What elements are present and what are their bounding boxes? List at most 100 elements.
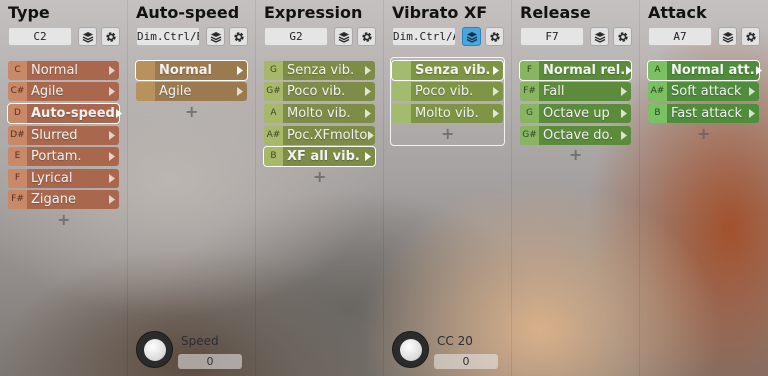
column-auto-speed: Auto-speed Dim.Ctrl/B Normal Agile + Spe… <box>128 0 255 376</box>
chevron-right-icon <box>108 174 116 183</box>
key-badge <box>136 82 155 101</box>
add-item-button[interactable]: + <box>441 126 454 142</box>
item-label: Poc.XFmolto <box>287 128 368 143</box>
keyswitch-note-field[interactable]: F7 <box>520 27 584 46</box>
item-label: Octave up <box>543 106 610 121</box>
item-label: Normal <box>31 63 79 78</box>
layers-button[interactable] <box>206 27 225 46</box>
item-label: Molto vib. <box>287 106 351 121</box>
item-label: Slurred <box>31 128 78 143</box>
layers-button[interactable] <box>334 27 353 46</box>
chevron-right-icon <box>620 131 628 140</box>
list-item[interactable]: D# Slurred <box>8 126 119 145</box>
key-badge: B <box>264 147 283 166</box>
key-badge: E <box>8 147 27 166</box>
item-label: Auto-speed <box>31 106 115 121</box>
add-item-button[interactable]: + <box>569 147 582 163</box>
layers-button[interactable] <box>590 27 609 46</box>
list-item-selected[interactable]: Senza vib. <box>391 60 504 81</box>
settings-button[interactable] <box>485 27 504 46</box>
list-item-selected[interactable]: A Normal att. <box>647 60 762 81</box>
layers-icon <box>466 31 477 43</box>
gear-icon <box>617 31 628 42</box>
add-item-button[interactable]: + <box>313 169 326 185</box>
item-label: Poco vib. <box>415 84 474 99</box>
chevron-right-icon <box>492 109 500 118</box>
knob-label: CC 20 <box>437 334 473 348</box>
add-item-button[interactable]: + <box>697 126 710 142</box>
list-item[interactable]: C Normal <box>8 61 119 80</box>
key-badge: C <box>8 61 27 80</box>
chevron-right-icon <box>108 87 116 96</box>
keyswitch-note-field[interactable]: Dim.Ctrl/A <box>392 27 456 46</box>
list-item[interactable]: A# Soft attack <box>648 82 759 101</box>
column-title: Attack <box>648 3 707 22</box>
column-vibrato-xf: Vibrato XF Dim.Ctrl/A Senza vib. Poco vi… <box>384 0 511 376</box>
key-badge: C# <box>8 82 27 101</box>
list-item[interactable]: Agile <box>136 82 247 101</box>
keyswitch-note-field[interactable]: Dim.Ctrl/B <box>136 27 200 46</box>
item-label: Normal rel. <box>543 63 626 78</box>
list-item-selected[interactable]: F Normal rel. <box>519 60 633 81</box>
cc-knob[interactable] <box>392 331 429 368</box>
add-item-button[interactable]: + <box>57 212 70 228</box>
gear-icon <box>233 31 244 42</box>
column-title: Expression <box>264 3 363 22</box>
item-label: XF all vib. <box>287 149 360 164</box>
list-item[interactable]: A Molto vib. <box>264 104 375 123</box>
chevron-right-icon <box>620 109 628 118</box>
item-label: Fast attack <box>671 106 743 121</box>
knob-value-field[interactable]: 0 <box>434 354 498 369</box>
item-label: Agile <box>159 84 192 99</box>
key-badge: F# <box>8 190 27 209</box>
layers-icon <box>722 31 733 43</box>
speed-knob[interactable] <box>136 331 173 368</box>
add-item-button[interactable]: + <box>185 104 198 120</box>
item-label: Octave do. <box>543 128 614 143</box>
key-badge <box>136 61 155 80</box>
key-badge: G# <box>264 82 283 101</box>
list-item-selected[interactable]: B XF all vib. <box>263 146 376 167</box>
item-label: Molto vib. <box>415 106 479 121</box>
list-item[interactable]: F# Fall <box>520 82 631 101</box>
keyswitch-note-field[interactable]: G2 <box>264 27 328 46</box>
list-item-selected[interactable]: Normal <box>135 60 248 81</box>
list-item[interactable]: G Octave up <box>520 104 631 123</box>
list-item[interactable]: C# Agile <box>8 82 119 101</box>
keyswitch-note-field[interactable]: C2 <box>8 27 72 46</box>
key-badge: B <box>648 104 667 123</box>
list-item[interactable]: G Senza vib. <box>264 61 375 80</box>
list-item[interactable]: B Fast attack <box>648 104 759 123</box>
column-type: Type C2 C Normal C# Agile D Auto-speed D… <box>0 0 127 376</box>
list-item[interactable]: E Portam. <box>8 147 119 166</box>
layers-icon <box>338 31 349 43</box>
list-item[interactable]: G# Poco vib. <box>264 82 375 101</box>
settings-button[interactable] <box>613 27 632 46</box>
key-badge: F <box>520 61 539 80</box>
settings-button[interactable] <box>741 27 760 46</box>
chevron-right-icon <box>108 195 116 204</box>
settings-button[interactable] <box>229 27 248 46</box>
list-item-selected[interactable]: D Auto-speed <box>7 103 122 124</box>
list-item[interactable]: A# Poc.XFmolto <box>264 126 375 145</box>
key-badge: G <box>264 61 283 80</box>
chevron-right-icon <box>236 66 244 75</box>
layers-button-active[interactable] <box>462 27 481 46</box>
list-item[interactable]: Molto vib. <box>392 104 503 123</box>
chevron-right-icon <box>108 131 116 140</box>
keyswitch-note-field[interactable]: A7 <box>648 27 712 46</box>
list-item[interactable]: F# Zigane <box>8 190 119 209</box>
list-item[interactable]: Poco vib. <box>392 82 503 101</box>
knob-value-field[interactable]: 0 <box>178 354 242 369</box>
key-badge: A <box>264 104 283 123</box>
settings-button[interactable] <box>101 27 120 46</box>
layers-icon <box>210 31 221 43</box>
gear-icon <box>489 31 500 42</box>
layers-button[interactable] <box>78 27 97 46</box>
chevron-right-icon <box>492 87 500 96</box>
item-label: Lyrical <box>31 171 73 186</box>
list-item[interactable]: G# Octave do. <box>520 126 631 145</box>
settings-button[interactable] <box>357 27 376 46</box>
layers-button[interactable] <box>718 27 737 46</box>
list-item[interactable]: F Lyrical <box>8 169 119 188</box>
